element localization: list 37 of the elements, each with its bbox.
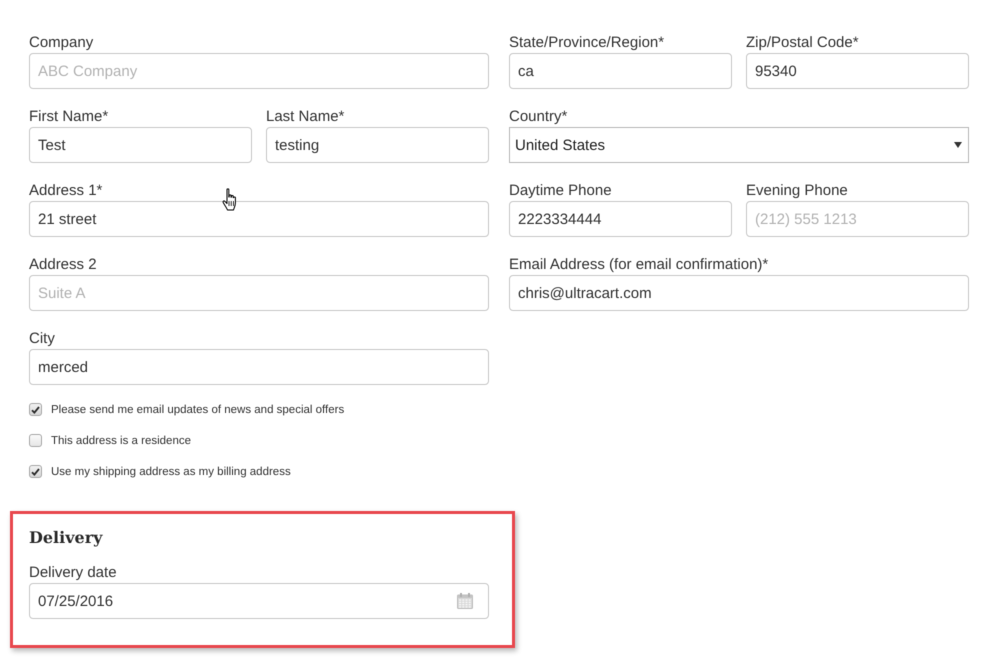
- field-label: Evening Phone: [746, 181, 848, 201]
- checkbox-label: Use my shipping address as my billing address: [51, 464, 291, 478]
- field-label: Company: [29, 33, 94, 53]
- input-field[interactable]: testing: [266, 127, 489, 163]
- field-label: Delivery date: [29, 563, 117, 583]
- checkmark-icon: [31, 468, 40, 476]
- section-heading: Delivery: [29, 527, 102, 549]
- checkbox[interactable]: [29, 465, 42, 478]
- input-field[interactable]: ca: [509, 53, 732, 89]
- checkbox[interactable]: [29, 403, 42, 416]
- input-field[interactable]: (212) 555 1213: [746, 201, 969, 237]
- field-label: Address 2: [29, 255, 97, 275]
- field-label: Country*: [509, 107, 568, 127]
- hand-cursor-icon: [222, 188, 238, 211]
- input-field[interactable]: merced: [29, 349, 489, 385]
- input-field[interactable]: chris@ultracart.com: [509, 275, 969, 311]
- input-field[interactable]: 2223334444: [509, 201, 732, 237]
- field-label: City: [29, 329, 55, 349]
- field-label: Email Address (for email confirmation)*: [509, 255, 768, 275]
- checkbox[interactable]: [29, 434, 42, 447]
- checkbox-label: Please send me email updates of news and special offers: [51, 402, 344, 416]
- date-field[interactable]: 07/25/2016: [29, 583, 489, 619]
- field-label: Zip/Postal Code*: [746, 33, 859, 53]
- caret-icon: [954, 142, 962, 148]
- input-field[interactable]: 21 street: [29, 201, 489, 237]
- field-label: First Name*: [29, 107, 108, 127]
- input-field[interactable]: Suite A: [29, 275, 489, 311]
- field-label: Daytime Phone: [509, 181, 612, 201]
- input-field[interactable]: 95340: [746, 53, 969, 89]
- dropdown-select[interactable]: United States: [509, 127, 969, 163]
- field-label: Address 1*: [29, 181, 102, 201]
- input-field[interactable]: Test: [29, 127, 252, 163]
- field-label: State/Province/Region*: [509, 33, 664, 53]
- checkbox-label: This address is a residence: [51, 434, 191, 448]
- field-label: Last Name*: [266, 107, 344, 127]
- checkmark-icon: [31, 406, 40, 414]
- input-field[interactable]: ABC Company: [29, 53, 489, 89]
